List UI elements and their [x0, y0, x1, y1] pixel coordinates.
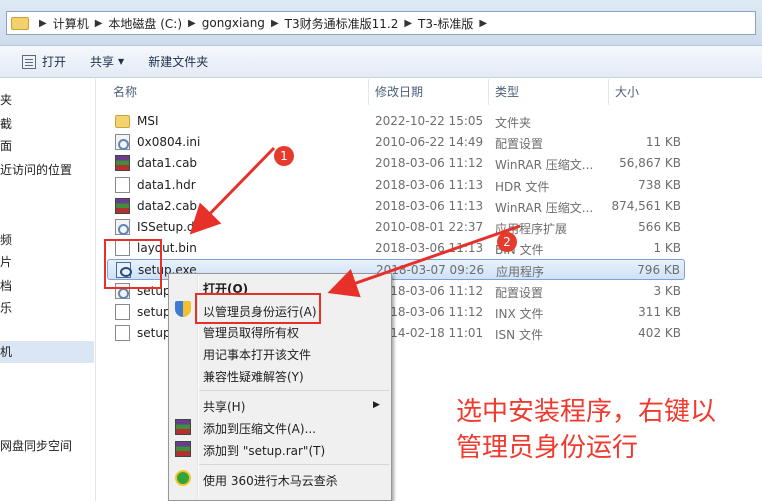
arrow-to-run-as-admin	[327, 224, 521, 298]
step-badge-1: 1	[274, 146, 294, 166]
step-badge-2: 2	[497, 232, 517, 252]
arrow-to-setup-file	[189, 146, 276, 235]
instruction-note-line2: 管理员身份运行	[456, 433, 639, 463]
instruction-note-line1: 选中安装程序，右键以	[456, 397, 717, 427]
